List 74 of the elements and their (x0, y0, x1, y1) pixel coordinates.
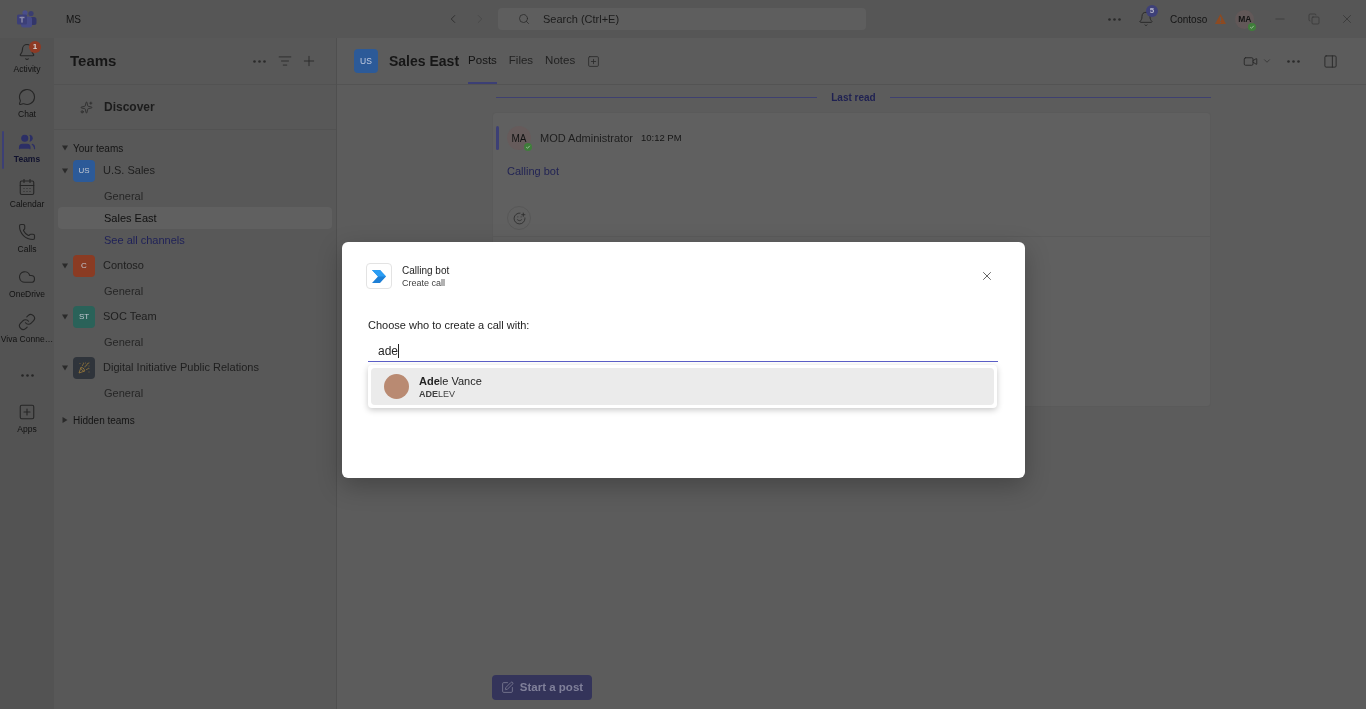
bell-icon (18, 43, 36, 61)
compose-icon (500, 681, 514, 694)
caret-down-icon[interactable] (62, 262, 68, 269)
add-square-icon (18, 403, 36, 421)
discover-button[interactable]: Discover (80, 98, 155, 116)
smiley-plus-icon (512, 211, 526, 225)
channel-title: Sales East (389, 51, 460, 71)
team-avatar: US (73, 159, 95, 182)
search-field[interactable]: Search (Ctrl+E) (498, 8, 866, 30)
side-panel-icon[interactable] (1323, 53, 1338, 69)
section-header[interactable]: Your teams (54, 140, 336, 156)
section-header[interactable]: Hidden teams (54, 412, 336, 428)
app-bar-item[interactable]: Activity 1 (0, 38, 54, 83)
caret-right-icon[interactable] (62, 417, 68, 423)
app-bar-item[interactable]: OneDrive (0, 263, 54, 308)
author-name: MOD Administrator (540, 130, 633, 146)
message-time: 10:12 PM (640, 130, 682, 145)
channel-item[interactable]: Sales East (58, 207, 332, 229)
tab[interactable]: Posts (468, 38, 497, 84)
bell-icon[interactable] (1138, 11, 1154, 27)
panel-title: Teams (70, 50, 117, 71)
last-read-label: Last read (831, 90, 876, 105)
party-popper-icon (78, 361, 90, 374)
tab[interactable]: Files (508, 38, 534, 84)
app-bar-item[interactable]: Teams (0, 128, 54, 173)
caret-down-icon[interactable] (62, 167, 68, 174)
sparkle-icon (80, 100, 93, 114)
caret-down-icon[interactable] (62, 145, 68, 151)
chat-bubble-icon (18, 88, 36, 106)
field-label: Choose who to create a call with: (368, 318, 530, 332)
search-icon (518, 13, 530, 25)
caret-down-icon[interactable] (62, 313, 68, 320)
photo-placeholder (384, 374, 409, 399)
bot-logo-icon (366, 263, 392, 289)
filter-icon[interactable] (278, 54, 292, 68)
team-avatar: C (73, 254, 95, 277)
more-icon[interactable] (253, 59, 266, 63)
warning-icon (1215, 14, 1227, 24)
team-avatar: ST (73, 305, 95, 328)
more-icon[interactable] (1108, 17, 1121, 21)
people-search-field[interactable]: ade (368, 340, 998, 362)
app-logo-icon (17, 10, 37, 28)
plus-icon[interactable] (301, 53, 317, 69)
org-label: MS (66, 12, 81, 27)
cloud-icon (18, 268, 36, 286)
more-icon (20, 374, 34, 377)
people-icon (18, 133, 36, 151)
tenant-name[interactable]: Contoso (1170, 11, 1208, 27)
channel-avatar: US (354, 49, 378, 73)
dialog-title: Calling bot (402, 263, 450, 277)
more-icon[interactable] (1287, 59, 1300, 63)
tab[interactable]: Notes (545, 38, 576, 84)
message-text: Calling bot (507, 164, 559, 179)
avatar-initials: MA (511, 131, 527, 146)
see-all-channels-link[interactable]: See all channels (104, 229, 185, 251)
add-tab-icon[interactable] (587, 54, 601, 68)
team-name[interactable]: U.S. Sales (103, 162, 155, 179)
notification-badge: 5 (1146, 5, 1158, 17)
restore-icon[interactable] (1308, 13, 1321, 25)
start-post-button[interactable]: Start a post (492, 675, 592, 700)
link-icon (18, 313, 36, 331)
suggestion-item[interactable]: Adele Vance ADELEV (371, 368, 994, 405)
accent-bar (496, 126, 499, 150)
caret-down-icon[interactable] (62, 364, 68, 371)
team-name[interactable]: Digital Initiative Public Relations (103, 359, 259, 376)
calendar-icon (18, 178, 36, 196)
phone-icon (18, 223, 36, 241)
team-name[interactable]: Contoso (103, 257, 144, 274)
app-bar-item[interactable]: Chat (0, 83, 54, 128)
close-icon[interactable] (980, 269, 994, 283)
notification-badge: 1 (29, 41, 41, 53)
text-cursor-icon (398, 343, 400, 358)
dialog-subtitle: Create call (402, 276, 447, 289)
chevron-down-icon (1262, 56, 1272, 66)
